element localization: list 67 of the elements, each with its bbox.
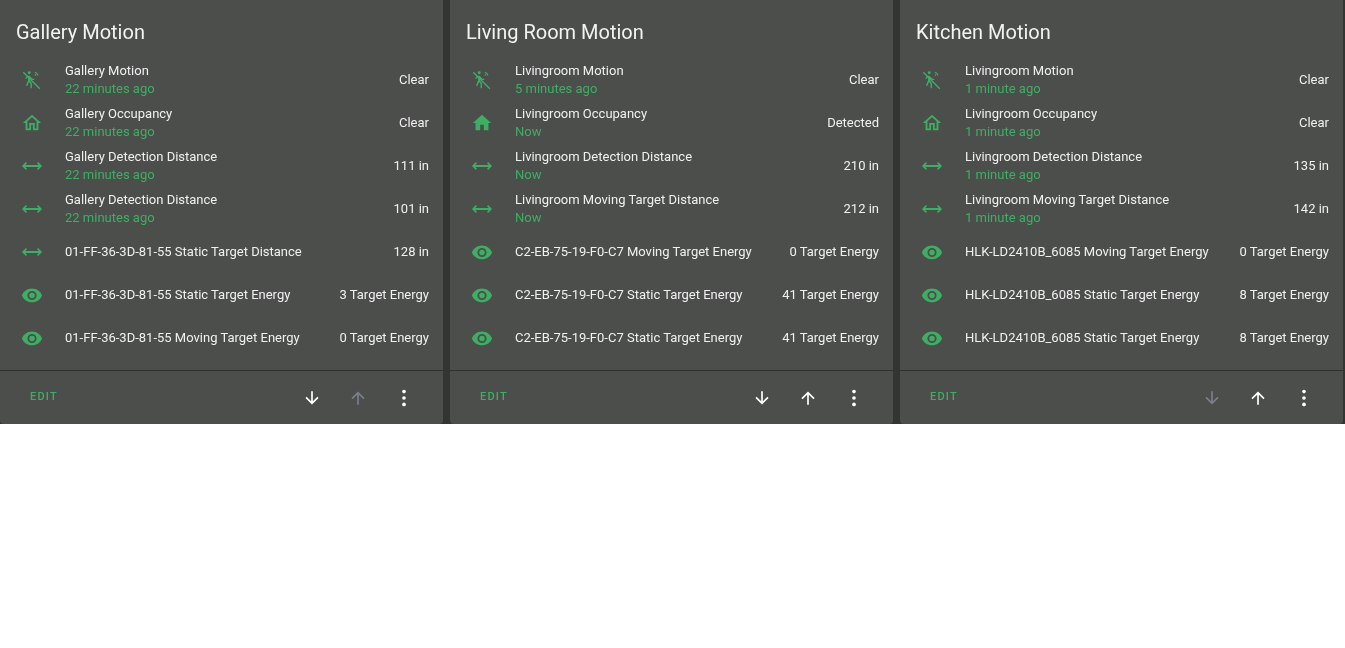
entity-name[interactable]: Gallery Detection Distance	[65, 190, 386, 209]
motion-sensor-icon	[21, 68, 43, 91]
left-right-arrow-icon	[922, 161, 942, 170]
entity-state: Clear	[399, 70, 429, 89]
entity-state: Clear	[849, 70, 879, 89]
last-changed-time: 22 minutes ago	[65, 79, 156, 98]
entity-state: 212 in	[843, 199, 879, 218]
entity-name[interactable]: Livingroom Motion	[515, 61, 841, 80]
entity-name[interactable]: C2-EB-75-19-F0-C7 Static Target Energy	[515, 328, 775, 347]
entity-name[interactable]: Gallery Detection Distance	[65, 147, 386, 166]
last-changed-time: 5 minutes ago	[515, 79, 599, 98]
entity-name[interactable]: Gallery Occupancy	[65, 104, 391, 123]
last-changed-time: 1 minute ago	[965, 165, 1042, 184]
entity-name[interactable]: Livingroom Detection Distance	[965, 147, 1286, 166]
entity-state: Clear	[1299, 70, 1329, 89]
last-changed-time: 1 minute ago	[965, 79, 1042, 98]
entity-state: Detected	[827, 113, 879, 132]
last-changed-time: Now	[515, 122, 543, 141]
entity-name[interactable]: Livingroom Moving Target Distance	[515, 190, 836, 209]
entity-name[interactable]: Livingroom Moving Target Distance	[965, 190, 1286, 209]
left-right-arrow-icon	[472, 161, 492, 170]
entity-state: 8 Target Energy	[1239, 285, 1329, 304]
entity-name[interactable]: HLK-LD2410B_6085 Moving Target Energy	[965, 242, 1232, 261]
entity-state: 41 Target Energy	[782, 328, 879, 347]
entity-state: 142 in	[1293, 199, 1329, 218]
entity-state: 111 in	[393, 156, 429, 175]
last-changed-time: 22 minutes ago	[65, 165, 156, 184]
entity-name[interactable]: C2-EB-75-19-F0-C7 Static Target Energy	[515, 285, 775, 304]
entity-name[interactable]: 01-FF-36-3D-81-55 Moving Target Energy	[65, 328, 332, 347]
entity-state: 210 in	[843, 156, 879, 175]
card-title: Kitchen Motion	[915, 19, 1052, 46]
left-right-arrow-icon	[922, 204, 942, 213]
entity-state: 0 Target Energy	[789, 242, 879, 261]
card-title: Gallery Motion	[15, 19, 146, 46]
entity-state: 135 in	[1293, 156, 1329, 175]
last-changed-time: 1 minute ago	[965, 208, 1042, 227]
entity-state: 101 in	[393, 199, 429, 218]
motion-sensor-icon	[471, 68, 493, 91]
entity-name[interactable]: 01-FF-36-3D-81-55 Static Target Distance	[65, 242, 386, 261]
left-right-arrow-icon	[22, 204, 42, 213]
last-changed-time: 22 minutes ago	[65, 208, 156, 227]
last-changed-time: 1 minute ago	[965, 122, 1042, 141]
entity-state: 41 Target Energy	[782, 285, 879, 304]
left-right-arrow-icon	[22, 161, 42, 170]
entity-state: Clear	[1299, 113, 1329, 132]
entity-state: Clear	[399, 113, 429, 132]
entity-name[interactable]: 01-FF-36-3D-81-55 Static Target Energy	[65, 285, 332, 304]
left-right-arrow-icon	[472, 204, 492, 213]
last-changed-time: Now	[515, 165, 543, 184]
entity-name[interactable]: Gallery Motion	[65, 61, 391, 80]
entity-name[interactable]: Livingroom Motion	[965, 61, 1291, 80]
entity-name[interactable]: C2-EB-75-19-F0-C7 Moving Target Energy	[515, 242, 782, 261]
motion-sensor-icon	[921, 68, 943, 91]
last-changed-time: 22 minutes ago	[65, 122, 156, 141]
entity-state: 0 Target Energy	[1239, 242, 1329, 261]
entity-state: 0 Target Energy	[339, 328, 429, 347]
entity-state: 3 Target Energy	[339, 285, 429, 304]
entity-state: 8 Target Energy	[1239, 328, 1329, 347]
card-title: Living Room Motion	[465, 19, 645, 46]
entity-name[interactable]: Livingroom Occupancy	[965, 104, 1291, 123]
last-changed-time: Now	[515, 208, 543, 227]
left-right-arrow-icon	[22, 247, 42, 256]
entity-state: 128 in	[393, 242, 429, 261]
entity-name[interactable]: Livingroom Occupancy	[515, 104, 820, 123]
entity-name[interactable]: Livingroom Detection Distance	[515, 147, 836, 166]
entity-name[interactable]: HLK-LD2410B_6085 Static Target Energy	[965, 285, 1232, 304]
entity-name[interactable]: HLK-LD2410B_6085 Static Target Energy	[965, 328, 1232, 347]
